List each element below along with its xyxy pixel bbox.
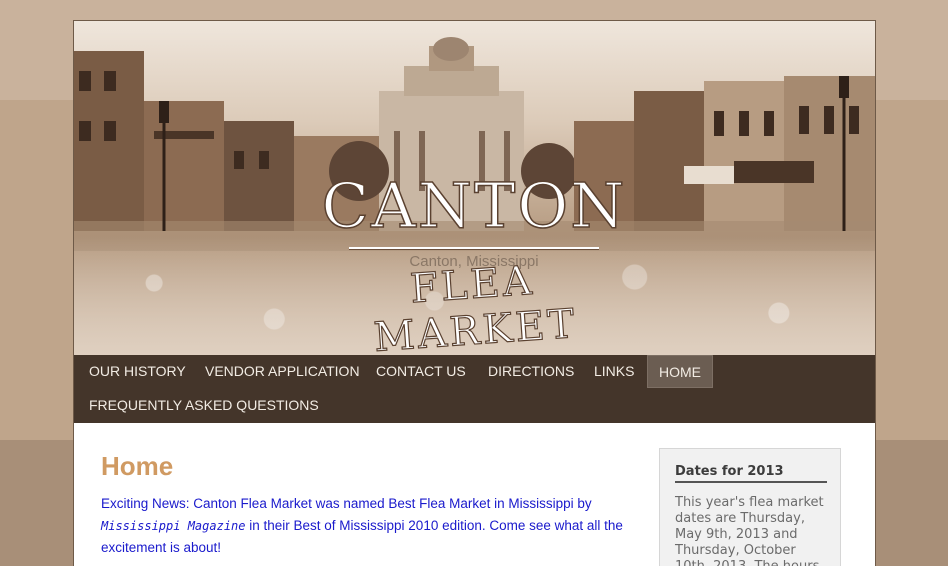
page-container: CANTON Canton, Mississippi FLEA MARKET O… [73,20,876,566]
page-title: Home [101,451,174,481]
sidebar-dates-box: Dates for 2013 This year's flea market d… [659,448,841,566]
logo-title: CANTON [321,169,627,242]
nav-item-faq[interactable]: FREQUENTLY ASKED QUESTIONS [78,389,330,422]
news-text-part1: Exciting News: Canton Flea Market was na… [101,496,592,511]
nav-item-our-history[interactable]: OUR HISTORY [78,355,197,388]
sidebar-title: Dates for 2013 [675,464,827,483]
nav-item-links[interactable]: LINKS [583,355,645,388]
magazine-name: Mississippi Magazine [101,519,246,533]
nav-item-home[interactable]: HOME [647,355,713,388]
logo-divider [349,247,599,249]
canton-flea-market-logo: CANTON Canton, Mississippi FLEA MARKET [304,169,644,355]
nav-item-contact-us[interactable]: CONTACT US [365,355,477,388]
sidebar-text: This year's flea market dates are Thursd… [675,495,824,566]
nav-item-directions[interactable]: DIRECTIONS [477,355,585,388]
news-paragraph: Exciting News: Canton Flea Market was na… [101,493,631,559]
main-navigation: OUR HISTORY VENDOR APPLICATION CONTACT U… [74,355,875,423]
main-content: Home Exciting News: Canton Flea Market w… [74,423,875,566]
nav-item-vendor-application[interactable]: VENDOR APPLICATION [194,355,371,388]
header-banner: CANTON Canton, Mississippi FLEA MARKET [74,21,875,355]
